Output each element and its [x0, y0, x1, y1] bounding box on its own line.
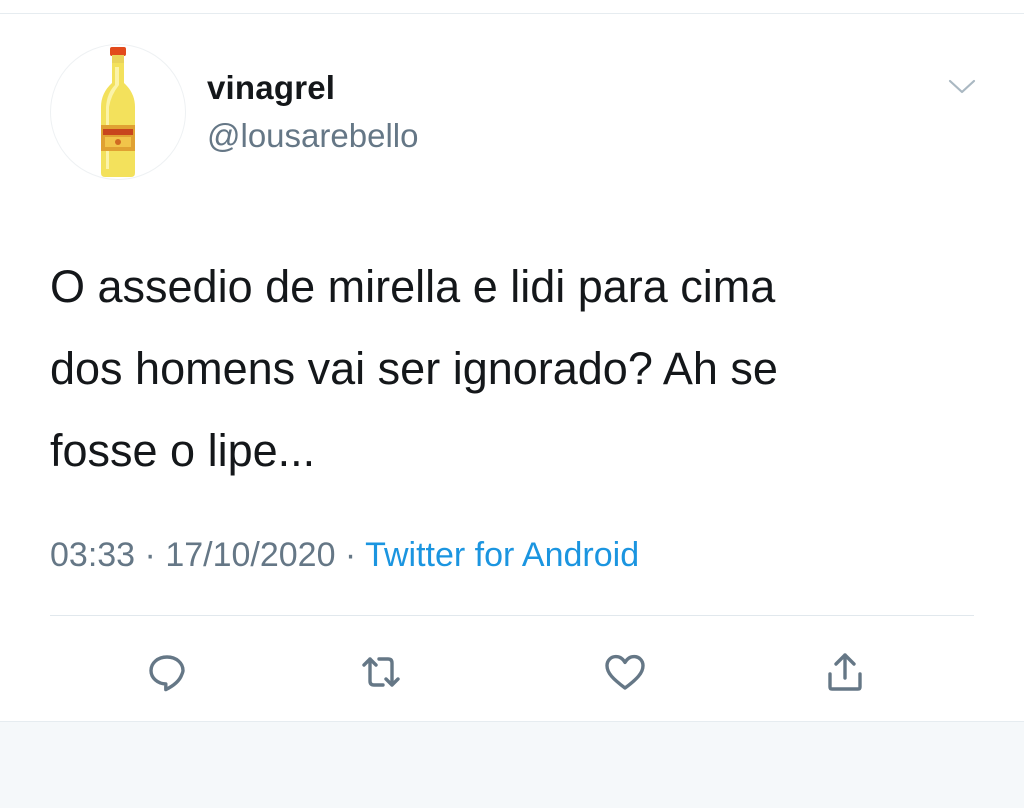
heart-icon [605, 654, 645, 690]
meta-separator: · [335, 536, 366, 574]
actions-divider [50, 615, 974, 616]
tweet-source-link[interactable]: Twitter for Android [365, 536, 639, 574]
tweet-time[interactable]: 03:33 [50, 536, 135, 574]
retweet-icon [362, 657, 400, 687]
share-icon [828, 653, 862, 691]
tweet-date[interactable]: 17/10/2020 [165, 536, 335, 574]
reply-button[interactable] [139, 644, 195, 700]
avatar[interactable] [50, 44, 186, 180]
reply-icon [149, 655, 185, 692]
page-footer-area [0, 721, 1024, 808]
user-handle[interactable]: @lousarebello [207, 117, 418, 155]
display-name[interactable]: vinagrel [207, 69, 335, 107]
tweet-text: O assedio de mirella e lidi para cima do… [50, 261, 778, 476]
like-button[interactable] [597, 644, 653, 700]
tweet-meta: 03:33 · 17/10/2020 · Twitter for Android [50, 536, 639, 575]
vinegar-bottle-icon [101, 47, 135, 177]
retweet-button[interactable] [353, 644, 409, 700]
tweet-menu-button[interactable] [944, 72, 980, 102]
meta-separator: · [135, 536, 166, 574]
chevron-down-icon [948, 79, 976, 94]
tweet-card: vinagrel @lousarebello O assedio de mire… [0, 14, 1024, 721]
share-button[interactable] [817, 644, 873, 700]
